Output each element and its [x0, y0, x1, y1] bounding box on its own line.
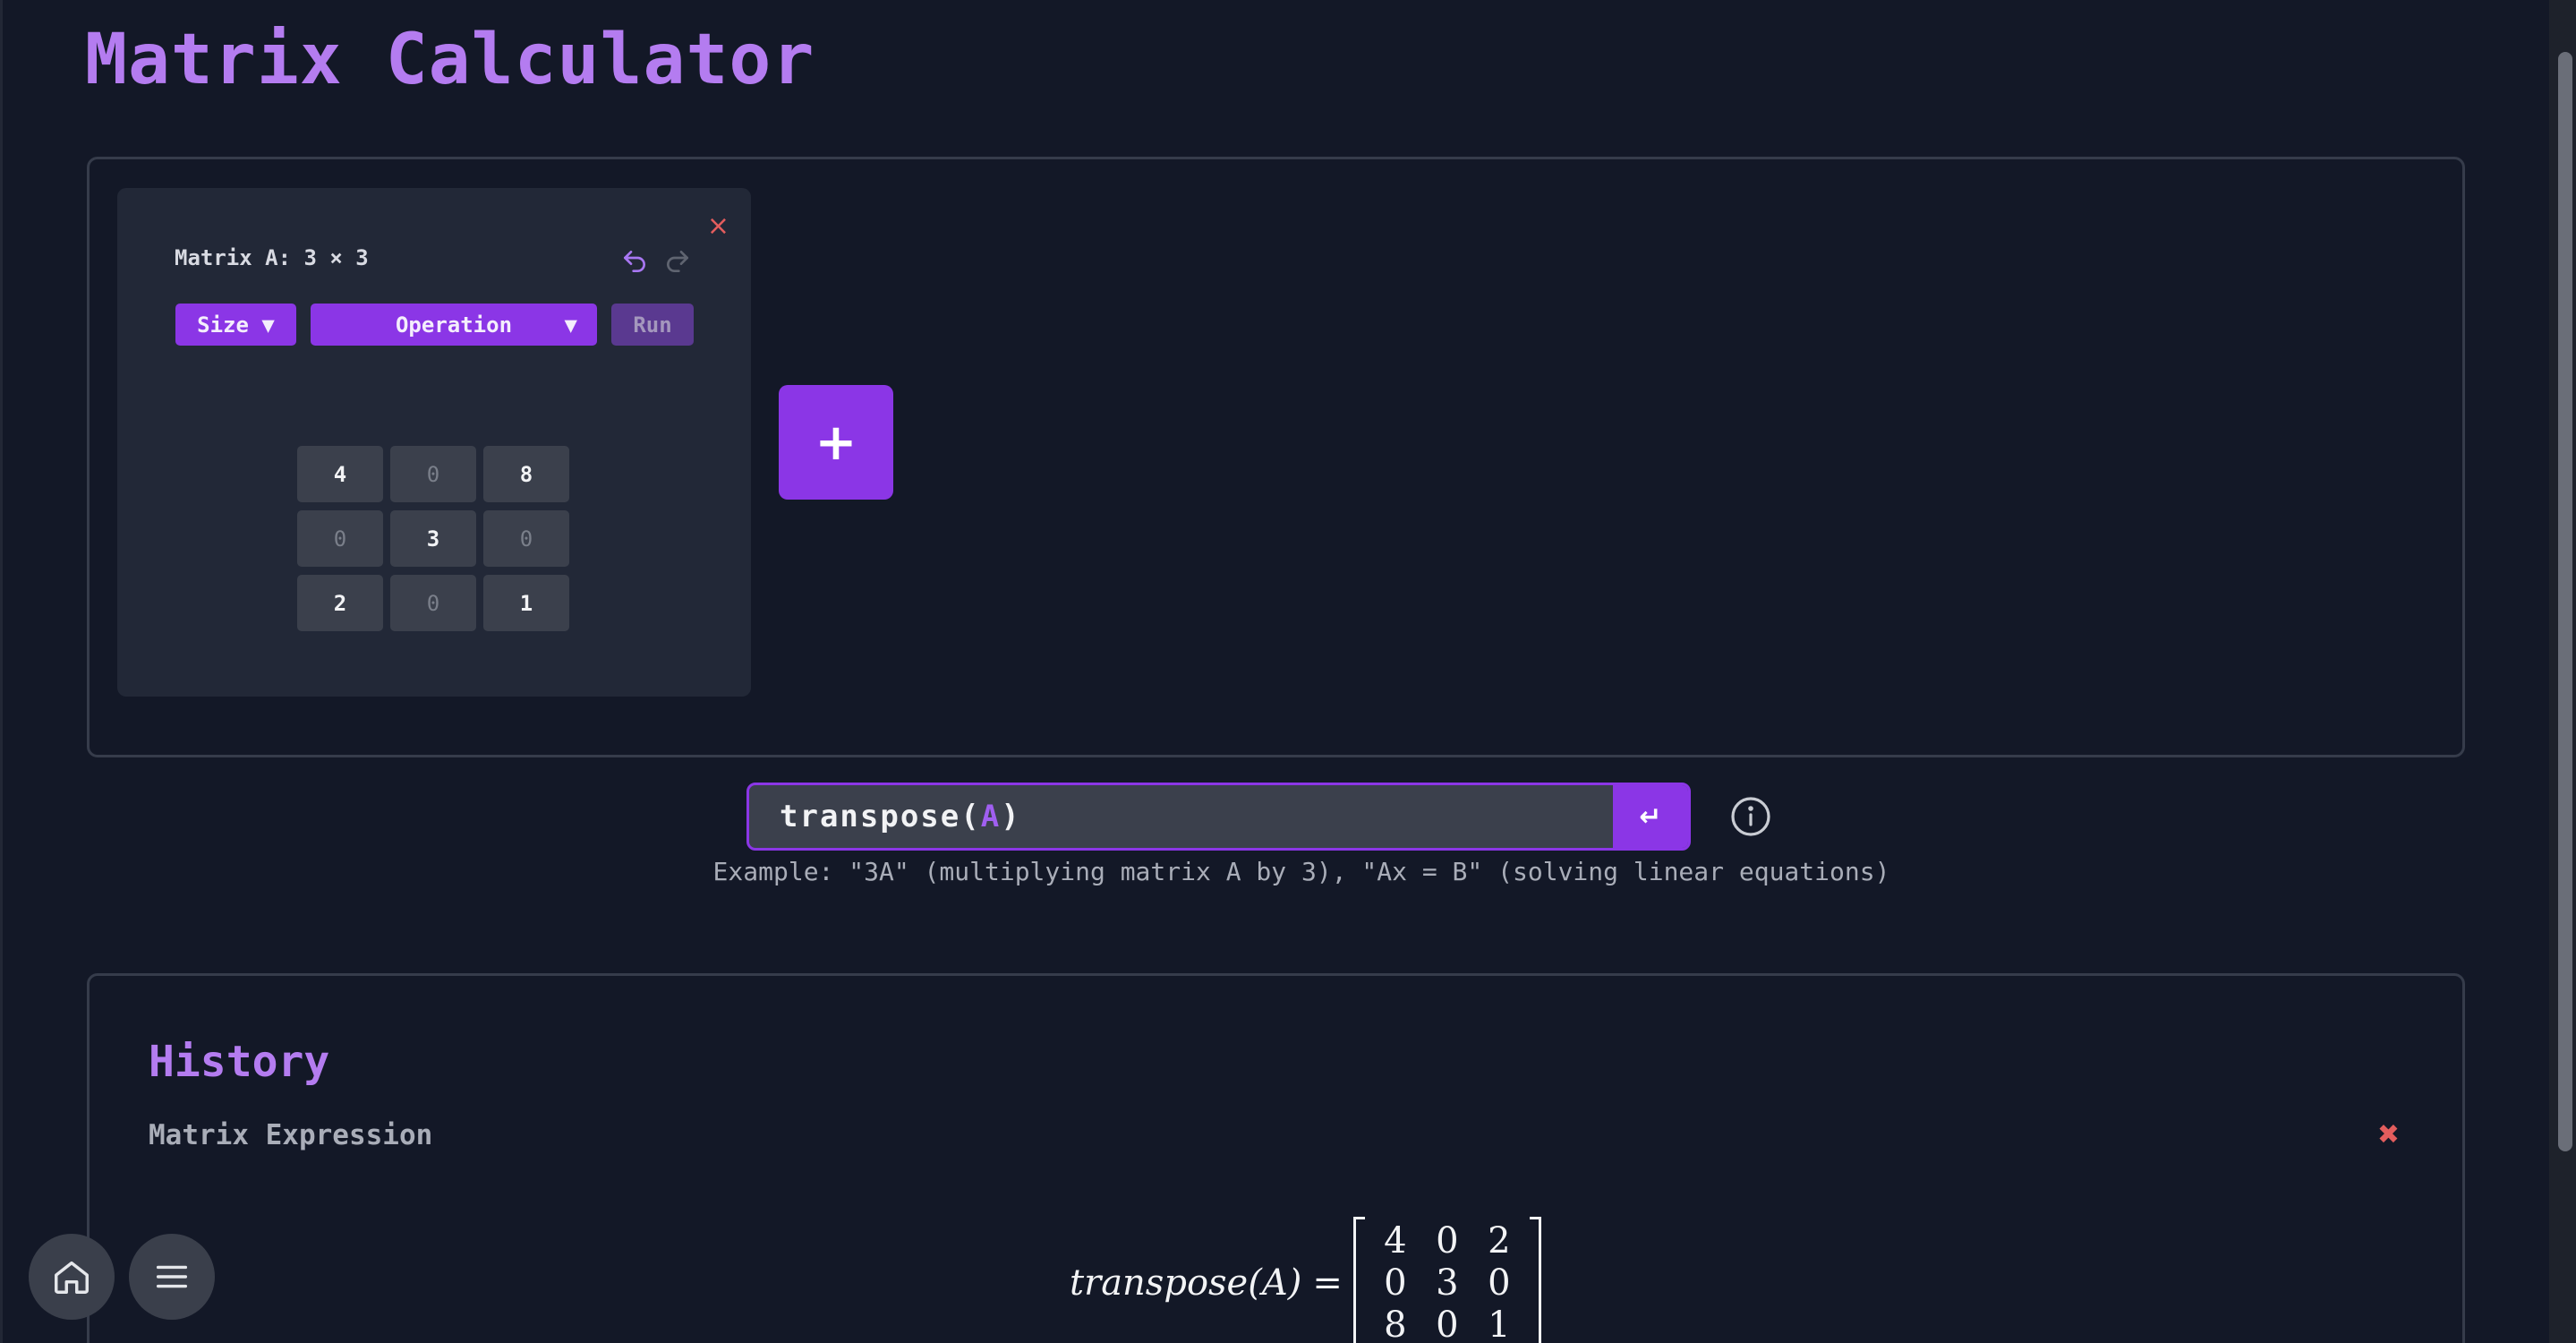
matrix-cell[interactable]: 2 [297, 575, 383, 631]
undo-icon[interactable] [620, 247, 649, 276]
history-title: History [149, 1037, 330, 1087]
close-matrix-button[interactable]: × [707, 213, 729, 240]
menu-icon [156, 1265, 188, 1288]
scrollbar[interactable] [2549, 0, 2576, 1343]
result-matrix: 4 0 2 0 3 0 8 0 1 [1352, 1216, 1541, 1343]
matrix-card-a: × Matrix A: 3 × 3 Size ▼ Operation ▼ Run… [117, 188, 751, 697]
example-hint: Example: "3A" (multiplying matrix A by 3… [0, 857, 2576, 886]
info-icon[interactable] [1729, 795, 1772, 838]
matrix-cell[interactable]: 0 [483, 510, 569, 567]
menu-button[interactable] [129, 1234, 215, 1320]
matrix-cell[interactable]: 8 [483, 446, 569, 502]
matrix-cell[interactable]: 0 [390, 446, 476, 502]
redo-icon[interactable] [663, 247, 692, 276]
result-cell: 0 [1436, 1220, 1459, 1262]
expression-variable: A [980, 799, 1002, 834]
run-button[interactable]: Run [611, 304, 694, 346]
result-cell: 8 [1384, 1305, 1407, 1343]
size-dropdown-button[interactable]: Size ▼ [175, 304, 296, 346]
expression-prefix: transpose( [780, 799, 981, 834]
example-hint-text: Example: "3A" (multiplying matrix A by 3… [712, 857, 1890, 886]
matrix-title: Matrix A: 3 × 3 [175, 245, 369, 270]
result-cell: 2 [1488, 1220, 1511, 1262]
expression-value[interactable]: transpose(A) [780, 785, 1021, 848]
matrix-cell[interactable]: 4 [297, 446, 383, 502]
matrix-cell[interactable]: 3 [390, 510, 476, 567]
delete-history-entry-button[interactable]: ✖ [2377, 1119, 2400, 1151]
result-cell: 0 [1436, 1305, 1459, 1343]
history-entry-label: Matrix Expression [149, 1119, 433, 1151]
scrollbar-thumb[interactable] [2558, 52, 2572, 1151]
home-icon [55, 1261, 89, 1294]
chevron-down-icon: ▼ [564, 312, 577, 338]
matrix-cell[interactable]: 0 [390, 575, 476, 631]
result-row: 8 0 1 [1369, 1305, 1525, 1343]
result-cell: 4 [1384, 1220, 1407, 1262]
expression-suffix: ) [1001, 799, 1021, 834]
expression-input[interactable]: transpose(A) ↵ [746, 783, 1691, 851]
history-formula: transpose(A) = 4 0 2 0 3 0 8 0 1 [1070, 1216, 1541, 1343]
operation-dropdown-button[interactable]: Operation ▼ [311, 304, 597, 346]
result-cell: 3 [1436, 1262, 1459, 1304]
page-title: Matrix Calculator [85, 20, 815, 100]
result-cell: 1 [1488, 1305, 1511, 1343]
result-cell: 0 [1488, 1262, 1511, 1304]
result-row: 4 0 2 [1369, 1220, 1525, 1262]
matrix-cell[interactable]: 1 [483, 575, 569, 631]
result-row: 0 3 0 [1369, 1262, 1525, 1305]
formula-equals: = [1312, 1262, 1343, 1304]
home-button[interactable] [29, 1234, 115, 1320]
operation-label: Operation [395, 312, 513, 338]
formula-lhs: transpose(A) [1070, 1262, 1302, 1304]
window-edge [0, 0, 3, 1343]
result-cell: 0 [1384, 1262, 1407, 1304]
matrix-grid: 4 0 8 0 3 0 2 0 1 [297, 446, 569, 631]
submit-expression-button[interactable]: ↵ [1613, 785, 1688, 848]
add-matrix-button[interactable]: + [779, 385, 893, 500]
history-panel: History Matrix Expression ✖ transpose(A)… [87, 973, 2465, 1343]
matrix-cell[interactable]: 0 [297, 510, 383, 567]
